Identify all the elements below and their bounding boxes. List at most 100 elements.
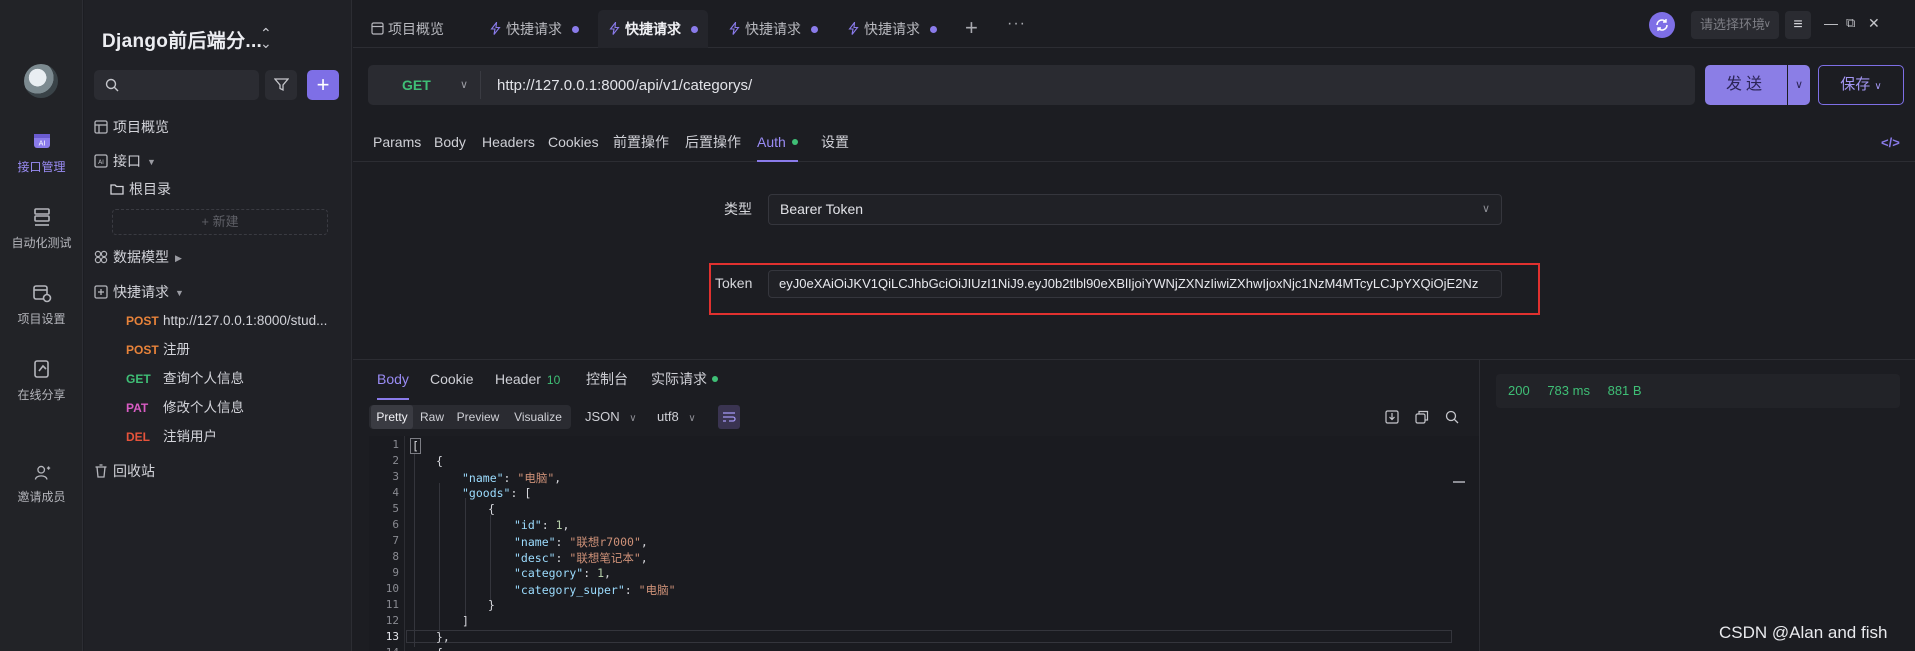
search-icon[interactable] bbox=[1444, 409, 1460, 425]
rail-item-project-settings[interactable]: 项目设置 bbox=[0, 282, 83, 327]
save-button[interactable]: 保存 ∨ bbox=[1818, 65, 1904, 105]
tab-body[interactable]: Body bbox=[434, 124, 466, 162]
add-button[interactable]: + bbox=[307, 70, 339, 100]
minimize-icon[interactable]: — bbox=[1824, 15, 1838, 31]
auth-type-label: 类型 bbox=[724, 201, 752, 217]
token-label: Token bbox=[715, 275, 753, 291]
lightning-icon bbox=[848, 22, 859, 35]
code-line: }, bbox=[436, 630, 450, 644]
word-wrap-button[interactable] bbox=[718, 405, 740, 429]
data-model-icon bbox=[94, 250, 108, 264]
tree-item-trash[interactable]: 回收站 bbox=[94, 459, 155, 483]
view-pretty[interactable]: Pretty bbox=[371, 405, 413, 429]
method-badge: POST bbox=[126, 314, 159, 328]
json-key: "category_super" bbox=[514, 583, 625, 597]
url-input[interactable] bbox=[480, 71, 1680, 99]
tab-label: Auth bbox=[757, 134, 786, 150]
auth-type-select[interactable]: Bearer Token ∨ bbox=[768, 194, 1502, 225]
tree-label: 项目概览 bbox=[113, 119, 169, 135]
request-item[interactable]: GET 查询个人信息 bbox=[126, 367, 244, 391]
json-key: "desc" bbox=[514, 551, 556, 565]
caret-down-icon: ▼ bbox=[175, 288, 184, 298]
request-item[interactable]: DEL 注销用户 bbox=[126, 425, 217, 449]
filter-button[interactable] bbox=[265, 70, 297, 100]
response-panel: Body Cookie Header 10 控制台 实际请求 Pretty Raw… bbox=[353, 359, 1479, 651]
menu-button[interactable]: ≡ bbox=[1785, 11, 1811, 39]
send-button[interactable]: 发送 bbox=[1705, 65, 1787, 105]
request-item[interactable]: PAT 修改个人信息 bbox=[126, 396, 244, 420]
view-visualize[interactable]: Visualize bbox=[507, 405, 569, 429]
tab-pre-scripts[interactable]: 前置操作 bbox=[613, 124, 669, 162]
tab-quick-request-active[interactable]: 快捷请求 bbox=[598, 10, 708, 48]
tab-params[interactable]: Params bbox=[373, 124, 421, 162]
token-input[interactable]: eyJ0eXAiOiJKV1QiLCJhbGciOiJIUzI1NiJ9.eyJ… bbox=[768, 270, 1502, 298]
resp-tab-actual-request[interactable]: 实际请求 bbox=[651, 360, 718, 400]
code-line: { bbox=[488, 502, 495, 516]
json-key: "category" bbox=[514, 566, 584, 580]
tree-item-quick-requests[interactable]: 快捷请求 ▼ bbox=[94, 280, 184, 304]
code-line: "name": "电脑", bbox=[462, 471, 562, 485]
tab-settings[interactable]: 设置 bbox=[821, 124, 849, 162]
settings-icon bbox=[32, 285, 51, 303]
response-time: 783 ms bbox=[1547, 383, 1590, 398]
download-icon[interactable] bbox=[1384, 409, 1400, 425]
new-tab-button[interactable]: + bbox=[965, 15, 978, 41]
view-preview[interactable]: Preview bbox=[451, 405, 505, 429]
resp-tab-console[interactable]: 控制台 bbox=[586, 360, 628, 400]
rail-item-api-management[interactable]: AI 接口管理 bbox=[0, 130, 83, 175]
json-string: "电脑" bbox=[638, 583, 676, 597]
search-input[interactable] bbox=[94, 70, 259, 100]
view-raw[interactable]: Raw bbox=[415, 405, 449, 429]
format-select[interactable]: JSON ∨ bbox=[585, 405, 637, 429]
wrap-icon bbox=[723, 412, 736, 422]
encoding-select[interactable]: utf8 ∨ bbox=[657, 405, 696, 429]
resp-tab-cookie[interactable]: Cookie bbox=[430, 360, 474, 400]
close-icon[interactable]: ✕ bbox=[1868, 15, 1880, 32]
tree-item-api[interactable]: AI 接口 ▼ bbox=[94, 149, 156, 173]
tree-item-data-models[interactable]: 数据模型 ▶ bbox=[94, 245, 182, 269]
copy-icon[interactable] bbox=[1414, 409, 1430, 425]
tab-bar: 项目概览 快捷请求 快捷请求 快捷请求 快捷请求 + ··· 请选择环境 ∨ ≡ … bbox=[353, 0, 1915, 48]
rail-item-share[interactable]: 在线分享 bbox=[0, 358, 83, 403]
project-title[interactable]: Django前后端分... bbox=[102, 26, 262, 53]
code-line: "name": "联想r7000", bbox=[514, 535, 648, 549]
code-line: { bbox=[436, 646, 443, 651]
send-options-chevron-icon[interactable]: ∨ bbox=[1788, 65, 1810, 105]
code-icon[interactable]: </> bbox=[1881, 135, 1900, 150]
chevron-down-icon[interactable]: ∨ bbox=[460, 65, 468, 105]
new-item-button[interactable]: + 新建 bbox=[112, 209, 328, 235]
sync-icon[interactable] bbox=[1649, 12, 1675, 38]
tab-quick-request[interactable]: 快捷请求 bbox=[489, 10, 579, 48]
json-string: "联想笔记本" bbox=[569, 551, 641, 565]
tab-quick-request[interactable]: 快捷请求 bbox=[728, 10, 818, 48]
tab-auth[interactable]: Auth bbox=[757, 124, 798, 162]
chevron-down-icon: ∨ bbox=[1874, 81, 1882, 92]
more-tabs-button[interactable]: ··· bbox=[1007, 15, 1026, 33]
avatar[interactable] bbox=[24, 64, 58, 98]
resp-tab-header[interactable]: Header 10 bbox=[495, 360, 560, 400]
request-item[interactable]: POST http://127.0.0.1:8000/stud... bbox=[126, 309, 327, 333]
auth-type-value: Bearer Token bbox=[780, 201, 864, 217]
tab-cookies[interactable]: Cookies bbox=[548, 124, 599, 162]
request-item[interactable]: POST 注册 bbox=[126, 338, 190, 362]
method-select[interactable]: GET bbox=[402, 65, 431, 105]
tree-item-root[interactable]: 根目录 bbox=[110, 177, 171, 201]
tab-headers[interactable]: Headers bbox=[482, 124, 535, 162]
tree-label: 数据模型 bbox=[113, 249, 169, 265]
restore-icon[interactable]: ⧉ bbox=[1846, 15, 1855, 31]
rail-item-invite[interactable]: 邀请成员 bbox=[0, 464, 83, 505]
environment-select[interactable]: 请选择环境 ∨ bbox=[1691, 11, 1779, 39]
response-body-editor[interactable]: 1 2 3 4 5 6 7 8 9 10 11 12 13 14 [ bbox=[369, 436, 1479, 651]
tab-project-overview[interactable]: 项目概览 bbox=[371, 10, 444, 48]
tab-quick-request[interactable]: 快捷请求 bbox=[847, 10, 937, 48]
rail-item-automation[interactable]: 自动化测试 bbox=[0, 206, 83, 251]
resp-tab-body[interactable]: Body bbox=[377, 360, 409, 400]
tree-item-overview[interactable]: 项目概览 bbox=[94, 115, 169, 139]
project-switch-icon[interactable]: ⌃ ⌄ bbox=[260, 26, 272, 50]
line-number: 4 bbox=[392, 486, 399, 499]
line-number: 3 bbox=[392, 470, 399, 483]
line-number: 12 bbox=[385, 614, 399, 627]
tab-post-scripts[interactable]: 后置操作 bbox=[685, 124, 741, 162]
refresh-icon bbox=[1656, 19, 1668, 31]
line-number: 9 bbox=[392, 566, 399, 579]
